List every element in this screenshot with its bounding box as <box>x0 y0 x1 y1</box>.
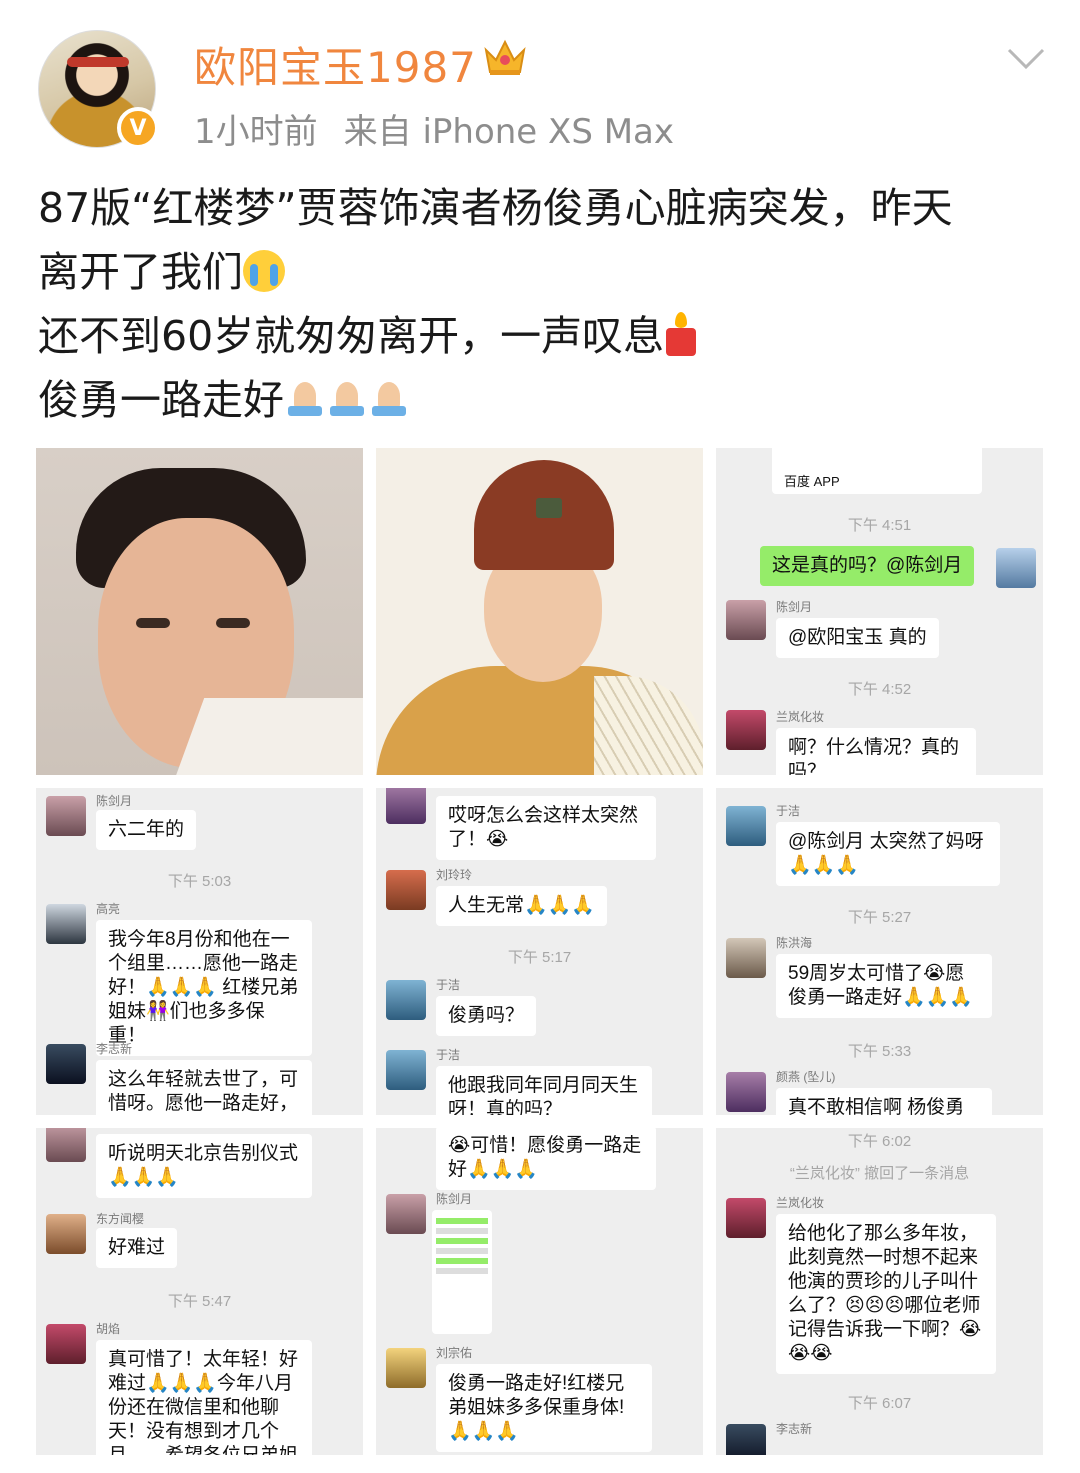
post-line-1: 87版“红楼梦”贾蓉饰演者杨俊勇心脏病突发，昨天 <box>38 184 953 232</box>
timestamp: 下午 5:47 <box>167 1293 232 1310</box>
candle-icon <box>664 312 698 356</box>
avatar <box>46 1128 86 1162</box>
chat-bubble: 这么年轻就去世了，可惜呀。愿他一路走好， <box>96 1060 312 1115</box>
praying-hands-icon <box>284 378 326 418</box>
chat-bubble: 好难过 <box>96 1228 178 1268</box>
nickname: 东方闻樱 <box>96 1212 145 1226</box>
timestamp: 下午 4:52 <box>847 681 912 698</box>
avatar <box>386 788 426 824</box>
nickname: 于洁 <box>776 804 801 818</box>
chat-screenshot-9[interactable]: 下午 6:02 “兰岚化妆” 撤回了一条消息 兰岚化妆 给他化了那么多年妆，此刻… <box>716 1128 1043 1455</box>
nickname: 于洁 <box>436 978 461 992</box>
nickname: 颜燕 (坠儿) <box>776 1070 836 1084</box>
timestamp: 下午 5:27 <box>847 909 912 926</box>
post-time: 1小时前 <box>194 112 318 152</box>
nickname: 陈洪海 <box>776 936 813 950</box>
chat-bubble: 哎呀怎么会这样太突然了！😭 <box>436 796 656 860</box>
chat-bubble: 给他化了那么多年妆，此刻竟然一时想不起来他演的贾珍的儿子叫什么了？😣😣😣哪位老师… <box>776 1214 996 1374</box>
image-grid: 百度 APP 下午 4:51 这是真的吗？@陈剑月 陈剑月 @欧阳宝玉 真的 下… <box>36 448 1044 1458</box>
nickname: 陈剑月 <box>96 794 133 808</box>
timestamp: 下午 5:17 <box>507 949 572 966</box>
avatar <box>726 1424 766 1455</box>
nickname: 兰岚化妆 <box>776 1196 825 1210</box>
avatar <box>386 870 426 910</box>
praying-hands-icon <box>326 378 368 418</box>
post-source[interactable]: 来自 iPhone XS Max <box>344 112 674 152</box>
nickname: 陈剑月 <box>436 1192 473 1206</box>
chat-bubble: 我今年8月份和他在一个组里……愿他一路走好！🙏🙏🙏 红楼兄弟姐妹👭们也多多保重！ <box>96 920 312 1056</box>
chevron-down-icon[interactable] <box>1006 46 1046 72</box>
timestamp: 下午 5:03 <box>167 873 232 890</box>
chat-screenshot-5[interactable]: 哎呀怎么会这样太突然了！😭 刘玲玲 人生无常🙏🙏🙏 下午 5:17 于洁 俊勇吗… <box>376 788 703 1115</box>
nickname: 兰岚化妆 <box>776 710 825 724</box>
avatar <box>46 904 86 944</box>
post-meta: 1小时前 来自 iPhone XS Max <box>194 104 674 153</box>
chat-bubble: 啊？什么情况？真的吗？ <box>776 728 976 775</box>
avatar <box>46 1324 86 1364</box>
avatar <box>726 1072 766 1112</box>
avatar <box>386 1050 426 1090</box>
chat-bubble: 俊勇吗？ <box>436 996 537 1036</box>
post-line-3: 还不到60岁就匆匆离开，一声叹息 <box>38 312 665 360</box>
chat-screenshot-6[interactable]: 于洁 @陈剑月 太突然了妈呀🙏🙏🙏 下午 5:27 陈洪海 59周岁太可惜了😭愿… <box>716 788 1043 1115</box>
nickname: 李志新 <box>776 1422 813 1436</box>
nickname: 于洁 <box>436 1048 461 1062</box>
avatar <box>726 600 766 640</box>
chat-bubble: 听说明天北京告别仪式🙏🙏🙏 <box>96 1134 312 1198</box>
avatar <box>726 938 766 978</box>
timestamp: 下午 4:51 <box>847 517 912 534</box>
avatar <box>46 1214 86 1254</box>
avatar <box>996 548 1036 588</box>
praying-hands-icon <box>368 378 410 418</box>
chat-bubble: @陈剑月 太突然了妈呀🙏🙏🙏 <box>776 822 1000 886</box>
avatar <box>386 1194 426 1234</box>
chat-bubble: 人生无常🙏🙏🙏 <box>436 886 607 926</box>
avatar <box>46 1044 86 1084</box>
nickname: 高亮 <box>96 902 121 916</box>
avatar <box>386 1348 426 1388</box>
crying-face-icon <box>243 250 285 292</box>
chat-screenshot-3[interactable]: 百度 APP 下午 4:51 这是真的吗？@陈剑月 陈剑月 @欧阳宝玉 真的 下… <box>716 448 1043 775</box>
chat-bubble: 这是真的吗？@陈剑月 <box>760 546 975 586</box>
nickname: 刘宗佑 <box>436 1346 473 1360</box>
recall-notice: “兰岚化妆” 撤回了一条消息 <box>789 1165 970 1182</box>
crown-icon <box>484 39 526 75</box>
verified-icon: V <box>117 107 159 149</box>
chat-bubble: 六二年的 <box>96 810 197 850</box>
avatar <box>46 796 86 836</box>
nickname: 陈剑月 <box>776 600 813 614</box>
chat-bubble: 俊勇一路走好!红楼兄弟姐妹多多保重身体!🙏🙏🙏 <box>436 1364 652 1452</box>
portrait-photo-costume[interactable] <box>376 448 703 775</box>
portrait-photo-modern[interactable] <box>36 448 363 775</box>
post-text: 87版“红楼梦”贾蓉饰演者杨俊勇心脏病突发，昨天 离开了我们 还不到60岁就匆匆… <box>38 176 1048 432</box>
username[interactable]: 欧阳宝玉1987 <box>194 34 477 95</box>
timestamp: 下午 6:07 <box>847 1395 912 1412</box>
timestamp: 下午 6:02 <box>847 1133 912 1150</box>
avatar <box>726 806 766 846</box>
nickname: 李志新 <box>96 1042 133 1056</box>
chat-bubble: 真不敢相信啊 杨俊勇一 <box>776 1088 992 1115</box>
chat-bubble: @欧阳宝玉 真的 <box>776 618 939 658</box>
app-label: 百度 APP <box>784 474 840 489</box>
nested-screenshot <box>432 1210 492 1334</box>
timestamp: 下午 5:33 <box>847 1043 912 1060</box>
avatar <box>726 710 766 750</box>
nickname: 刘玲玲 <box>436 868 473 882</box>
chat-screenshot-8[interactable]: 😭可惜！愿俊勇一路走好🙏🙏🙏 陈剑月 刘宗佑 俊勇一路走好!红楼兄弟姐妹多多保重… <box>376 1128 703 1455</box>
chat-bubble: 真可惜了！太年轻！好难过🙏🙏🙏今年八月份还在微信里和他聊天！没有想到才几个月……… <box>96 1340 312 1455</box>
avatar <box>386 980 426 1020</box>
post-line-4: 俊勇一路走好 <box>38 376 284 424</box>
chat-screenshot-4[interactable]: 陈剑月 六二年的 下午 5:03 高亮 我今年8月份和他在一个组里……愿他一路走… <box>36 788 363 1115</box>
nickname: 胡焰 <box>96 1322 121 1336</box>
shared-link-card: 百度 APP <box>772 448 982 494</box>
chat-bubble: 😭可惜！愿俊勇一路走好🙏🙏🙏 <box>436 1128 656 1190</box>
post-line-2: 离开了我们 <box>38 248 243 296</box>
chat-screenshot-7[interactable]: 听说明天北京告别仪式🙏🙏🙏 东方闻樱 好难过 下午 5:47 胡焰 真可惜了！太… <box>36 1128 363 1455</box>
avatar <box>726 1198 766 1238</box>
chat-bubble: 59周岁太可惜了😭愿俊勇一路走好🙏🙏🙏 <box>776 954 992 1018</box>
chat-bubble: 他跟我同年同月同天生呀！真的吗？ <box>436 1066 652 1115</box>
